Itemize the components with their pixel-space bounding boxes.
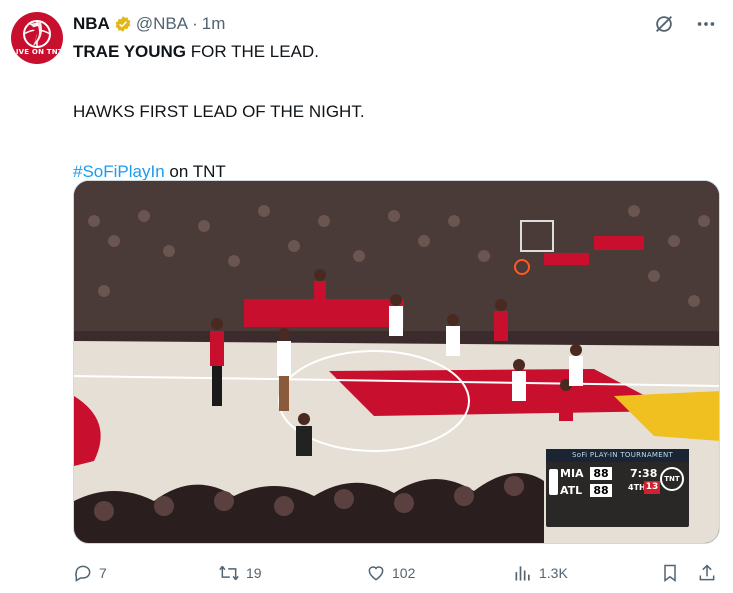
scoreboard-away-row: MIA 88 xyxy=(560,467,612,480)
text-line1-rest: FOR THE LEAD. xyxy=(186,42,319,61)
tnt-logo: TNT xyxy=(660,467,684,491)
reply-button[interactable]: 7 xyxy=(73,561,107,585)
reply-count: 7 xyxy=(99,565,107,581)
home-team: ATL xyxy=(560,484,583,497)
separator-dot: · xyxy=(192,14,198,33)
away-team: MIA xyxy=(560,467,584,480)
views-button[interactable]: 1.3K xyxy=(513,561,568,585)
bookmark-button[interactable] xyxy=(660,561,680,585)
away-score: 88 xyxy=(590,467,612,480)
post-header: NBA @NBA · 1m xyxy=(73,13,225,35)
post-actions: 7 19 102 1.3K xyxy=(73,561,718,585)
grok-icon[interactable] xyxy=(653,13,675,35)
avatar[interactable]: LIVE ON TNT xyxy=(11,12,63,64)
text-hashtag-rest: on TNT xyxy=(164,162,226,181)
more-icon[interactable] xyxy=(695,13,717,35)
author-handle[interactable]: @NBA xyxy=(136,14,188,34)
text-line2: HAWKS FIRST LEAD OF THE NIGHT. xyxy=(73,102,365,121)
repost-button[interactable]: 19 xyxy=(218,561,262,585)
repost-count: 19 xyxy=(246,565,262,581)
shot-clock: 13 xyxy=(644,481,660,494)
text-bold-lead: TRAE YOUNG xyxy=(73,42,187,61)
repost-icon xyxy=(219,565,239,581)
post-time[interactable]: 1m xyxy=(202,14,226,34)
heat-logo-icon xyxy=(23,20,51,48)
home-score: 88 xyxy=(590,484,612,497)
verified-badge-icon[interactable] xyxy=(114,15,132,33)
share-button[interactable] xyxy=(697,561,717,585)
reply-icon xyxy=(75,565,91,582)
heart-icon xyxy=(368,566,384,581)
game-clock: 7:38 xyxy=(630,467,658,480)
analytics-icon xyxy=(515,566,530,581)
scoreboard-banner: SoFi PLAY-IN TOURNAMENT xyxy=(546,449,689,462)
nba-logo-icon xyxy=(549,469,558,495)
scoreboard: SoFi PLAY-IN TOURNAMENT MIA 88 ATL 88 7:… xyxy=(546,449,689,527)
like-count: 102 xyxy=(392,565,416,581)
scoreboard-home-row: ATL 88 xyxy=(560,484,612,497)
like-button[interactable]: 102 xyxy=(366,561,415,585)
author-name[interactable]: NBA xyxy=(73,14,110,34)
bookmark-icon xyxy=(664,564,676,582)
post-top-icons xyxy=(653,13,717,35)
avatar-caption: LIVE ON TNT xyxy=(11,48,63,56)
hashtag-link[interactable]: #SoFiPlayIn xyxy=(73,162,165,181)
post-video[interactable]: SoFi PLAY-IN TOURNAMENT MIA 88 ATL 88 7:… xyxy=(73,180,720,544)
view-count: 1.3K xyxy=(539,565,568,581)
post-text: TRAE YOUNG FOR THE LEAD. HAWKS FIRST LEA… xyxy=(73,42,365,182)
share-icon xyxy=(699,564,715,581)
